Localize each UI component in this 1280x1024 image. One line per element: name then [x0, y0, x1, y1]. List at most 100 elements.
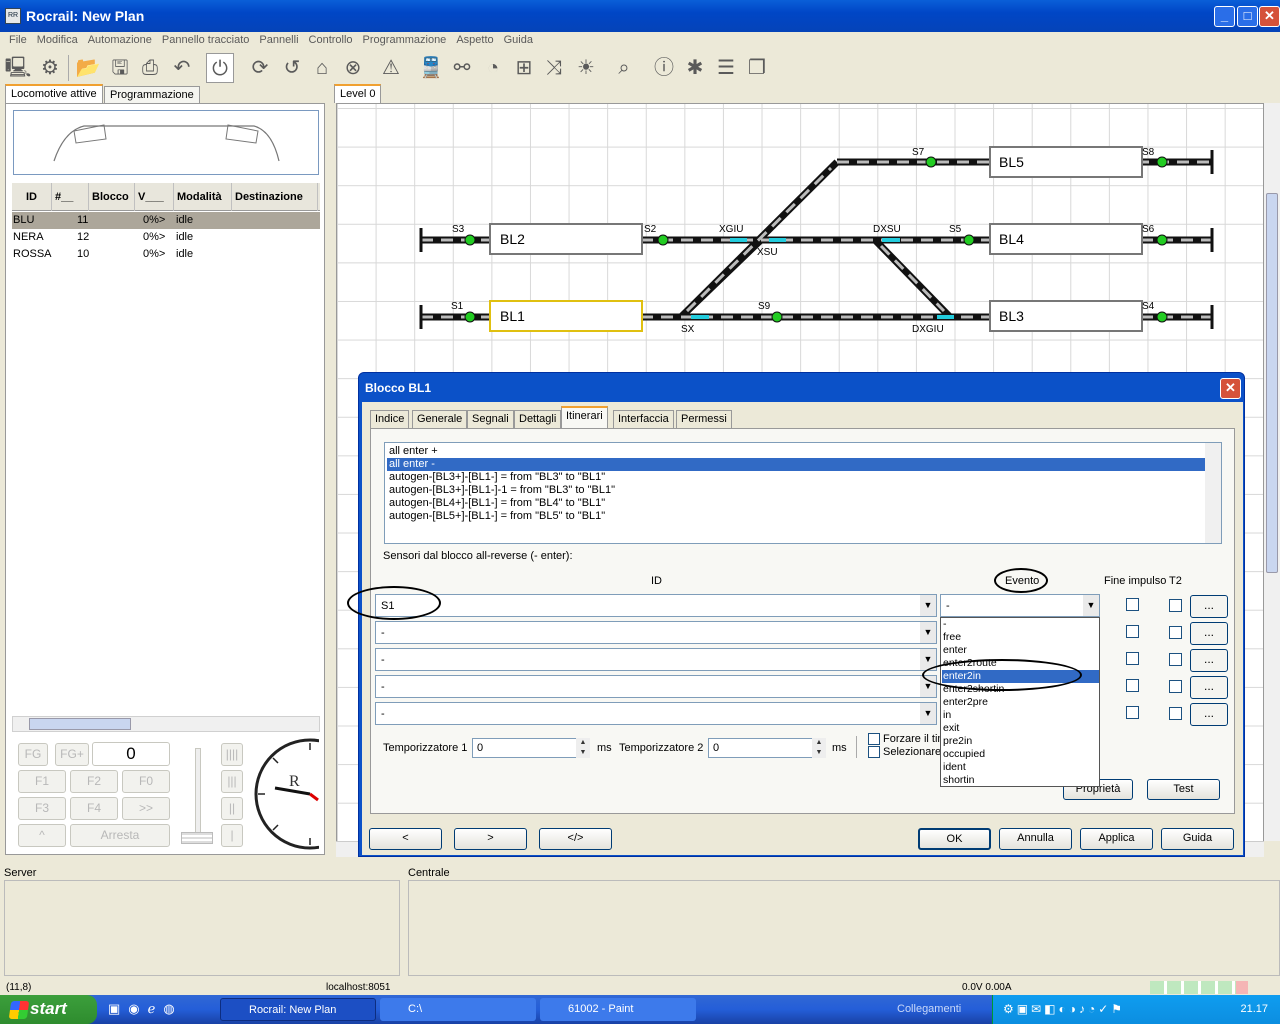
tab-interfaccia[interactable]: Interfaccia — [613, 410, 674, 428]
tab-dettagli[interactable]: Dettagli — [514, 410, 562, 428]
reset-icon[interactable]: ↺ — [278, 53, 306, 83]
applica-button[interactable]: Applica — [1080, 828, 1153, 850]
list-item[interactable]: autogen-[BL3+]-[BL1-] = from "BL3" to "B… — [387, 471, 1205, 484]
stop-button[interactable]: Arresta — [70, 824, 170, 847]
previous-button[interactable]: < — [369, 828, 442, 850]
ok-button[interactable]: OK — [918, 828, 991, 850]
fg-plus-button[interactable]: FG+ — [55, 743, 89, 766]
sensor-options-button-5[interactable]: ... — [1190, 703, 1228, 726]
sensor-id-combo-3[interactable]: - ▼ — [375, 648, 937, 671]
route-list[interactable]: all enter + all enter - autogen-[BL3+]-[… — [384, 442, 1222, 544]
speed-step-4[interactable]: |||| — [221, 743, 243, 766]
sensor-options-button-2[interactable]: ... — [1190, 622, 1228, 645]
menu-controllo[interactable]: Controllo — [304, 33, 358, 47]
route-icon[interactable]: ⚯ — [448, 53, 476, 83]
event-option[interactable]: shortin — [942, 774, 1099, 787]
annulla-button[interactable]: Annulla — [999, 828, 1072, 850]
centrale-log[interactable] — [408, 880, 1280, 976]
tab-itinerari[interactable]: Itinerari — [561, 406, 608, 428]
f3-button[interactable]: F3 — [18, 797, 66, 820]
tab-locomotive-attive[interactable]: Locomotive attive — [5, 84, 103, 103]
links-toolbar[interactable]: Collegamenti — [897, 1003, 961, 1015]
guida-button[interactable]: Guida — [1161, 828, 1234, 850]
test-button[interactable]: Test — [1147, 779, 1220, 800]
fg-button[interactable]: FG — [18, 743, 48, 766]
tray-icons[interactable]: ⚙▣✉◧◐◑♪◔✓⚑ — [1003, 1002, 1223, 1017]
sensor-id-combo-5[interactable]: - ▼ — [375, 702, 937, 725]
tab-permessi[interactable]: Permessi — [676, 410, 732, 428]
menu-programmazione[interactable]: Programmazione — [358, 33, 452, 47]
event-combo-1[interactable]: - ▼ — [940, 594, 1100, 617]
event-option[interactable]: occupied — [942, 748, 1099, 761]
t2-checkbox-2[interactable] — [1169, 626, 1182, 639]
sensor-options-button-1[interactable]: ... — [1190, 595, 1228, 618]
warning-icon[interactable]: ⚠ — [377, 53, 405, 83]
task-paint[interactable]: 61002 - Paint — [540, 998, 696, 1021]
speed-slider-thumb[interactable] — [181, 832, 213, 844]
col-id[interactable]: ID — [12, 183, 52, 211]
power-icon[interactable]: ⏻ — [206, 53, 234, 83]
menu-modifica[interactable]: Modifica — [32, 33, 83, 47]
tab-level-0[interactable]: Level 0 — [334, 84, 382, 103]
tab-indice[interactable]: Indice — [370, 410, 410, 428]
tab-generale[interactable]: Generale — [412, 410, 468, 428]
col-number[interactable]: #__ — [52, 183, 89, 211]
speed-step-2[interactable]: || — [221, 797, 243, 820]
timer2-input[interactable]: 0 — [708, 738, 813, 758]
sun-icon[interactable]: ☀ — [572, 53, 600, 83]
sync-icon[interactable]: ⟳ — [246, 53, 274, 83]
speedometer-icon[interactable]: ◔ — [479, 53, 507, 83]
table-row[interactable]: BLU 11 0%> idle — [12, 212, 320, 229]
xml-button[interactable]: </> — [539, 828, 612, 850]
connect-icon[interactable]: 🖳 — [4, 53, 32, 83]
forzare-checkbox[interactable] — [868, 733, 880, 745]
shuffle-icon[interactable]: ⤨ — [540, 53, 568, 83]
task-rocrail[interactable]: Rocrail: New Plan — [220, 998, 376, 1021]
timer1-input[interactable]: 0 — [472, 738, 577, 758]
table-row[interactable]: ROSSA 10 0%> idle — [12, 246, 320, 263]
undo-icon[interactable]: ↶ — [168, 53, 196, 83]
search-icon[interactable]: ⌕ — [610, 53, 638, 83]
event-option[interactable]: free — [942, 631, 1099, 644]
menu-guida[interactable]: Guida — [499, 33, 538, 47]
event-option[interactable]: pre2in — [942, 735, 1099, 748]
speed-step-1[interactable]: | — [221, 824, 243, 847]
sensor-options-button-4[interactable]: ... — [1190, 676, 1228, 699]
maximize-button[interactable]: □ — [1237, 6, 1258, 27]
server-log[interactable] — [4, 880, 400, 976]
event-option[interactable]: - — [942, 618, 1099, 631]
menu-aspetto[interactable]: Aspetto — [451, 33, 498, 47]
event-option[interactable]: exit — [942, 722, 1099, 735]
list-item[interactable]: all enter + — [387, 445, 1205, 458]
print-icon[interactable]: ⎙ — [136, 53, 164, 83]
timer2-spinner[interactable]: ▲ ▼ — [812, 738, 826, 758]
t2-checkbox-5[interactable] — [1169, 707, 1182, 720]
tab-segnali[interactable]: Segnali — [467, 410, 514, 428]
sensor-id-combo-2[interactable]: - ▼ — [375, 621, 937, 644]
close-button[interactable]: ✕ — [1259, 6, 1280, 27]
tab-programmazione[interactable]: Programmazione — [104, 86, 200, 103]
minimize-button[interactable]: _ — [1214, 6, 1235, 27]
f0-button[interactable]: F0 — [122, 770, 170, 793]
col-v[interactable]: V___ — [135, 183, 174, 211]
fine-impulso-checkbox-4[interactable] — [1126, 679, 1139, 692]
col-destinazione[interactable]: Destinazione — [232, 183, 318, 211]
selezionare-checkbox[interactable] — [868, 746, 880, 758]
home-icon[interactable]: ⌂ — [308, 53, 336, 83]
dialog-close-button[interactable]: ✕ — [1220, 378, 1241, 399]
t2-checkbox-3[interactable] — [1169, 653, 1182, 666]
pages-icon[interactable]: ❐ — [743, 53, 771, 83]
event-option[interactable]: enter2pre — [942, 696, 1099, 709]
turnout-icon[interactable]: ⊞ — [510, 53, 538, 83]
document-icon[interactable]: ☰ — [712, 53, 740, 83]
cancel-icon[interactable]: ⊗ — [339, 53, 367, 83]
plan-vscroll[interactable] — [1264, 103, 1280, 841]
t2-checkbox-1[interactable] — [1169, 599, 1182, 612]
sensor-options-button-3[interactable]: ... — [1190, 649, 1228, 672]
route-list-scrollbar[interactable] — [1205, 443, 1221, 543]
quicklaunch-icons[interactable]: ▣◉ℯ◍ — [108, 1001, 196, 1019]
event-option[interactable]: enter — [942, 644, 1099, 657]
col-modalita[interactable]: Modalità — [174, 183, 232, 211]
settings-icon[interactable]: ⚙ — [36, 53, 64, 83]
open-icon[interactable]: 📂 — [74, 53, 102, 83]
